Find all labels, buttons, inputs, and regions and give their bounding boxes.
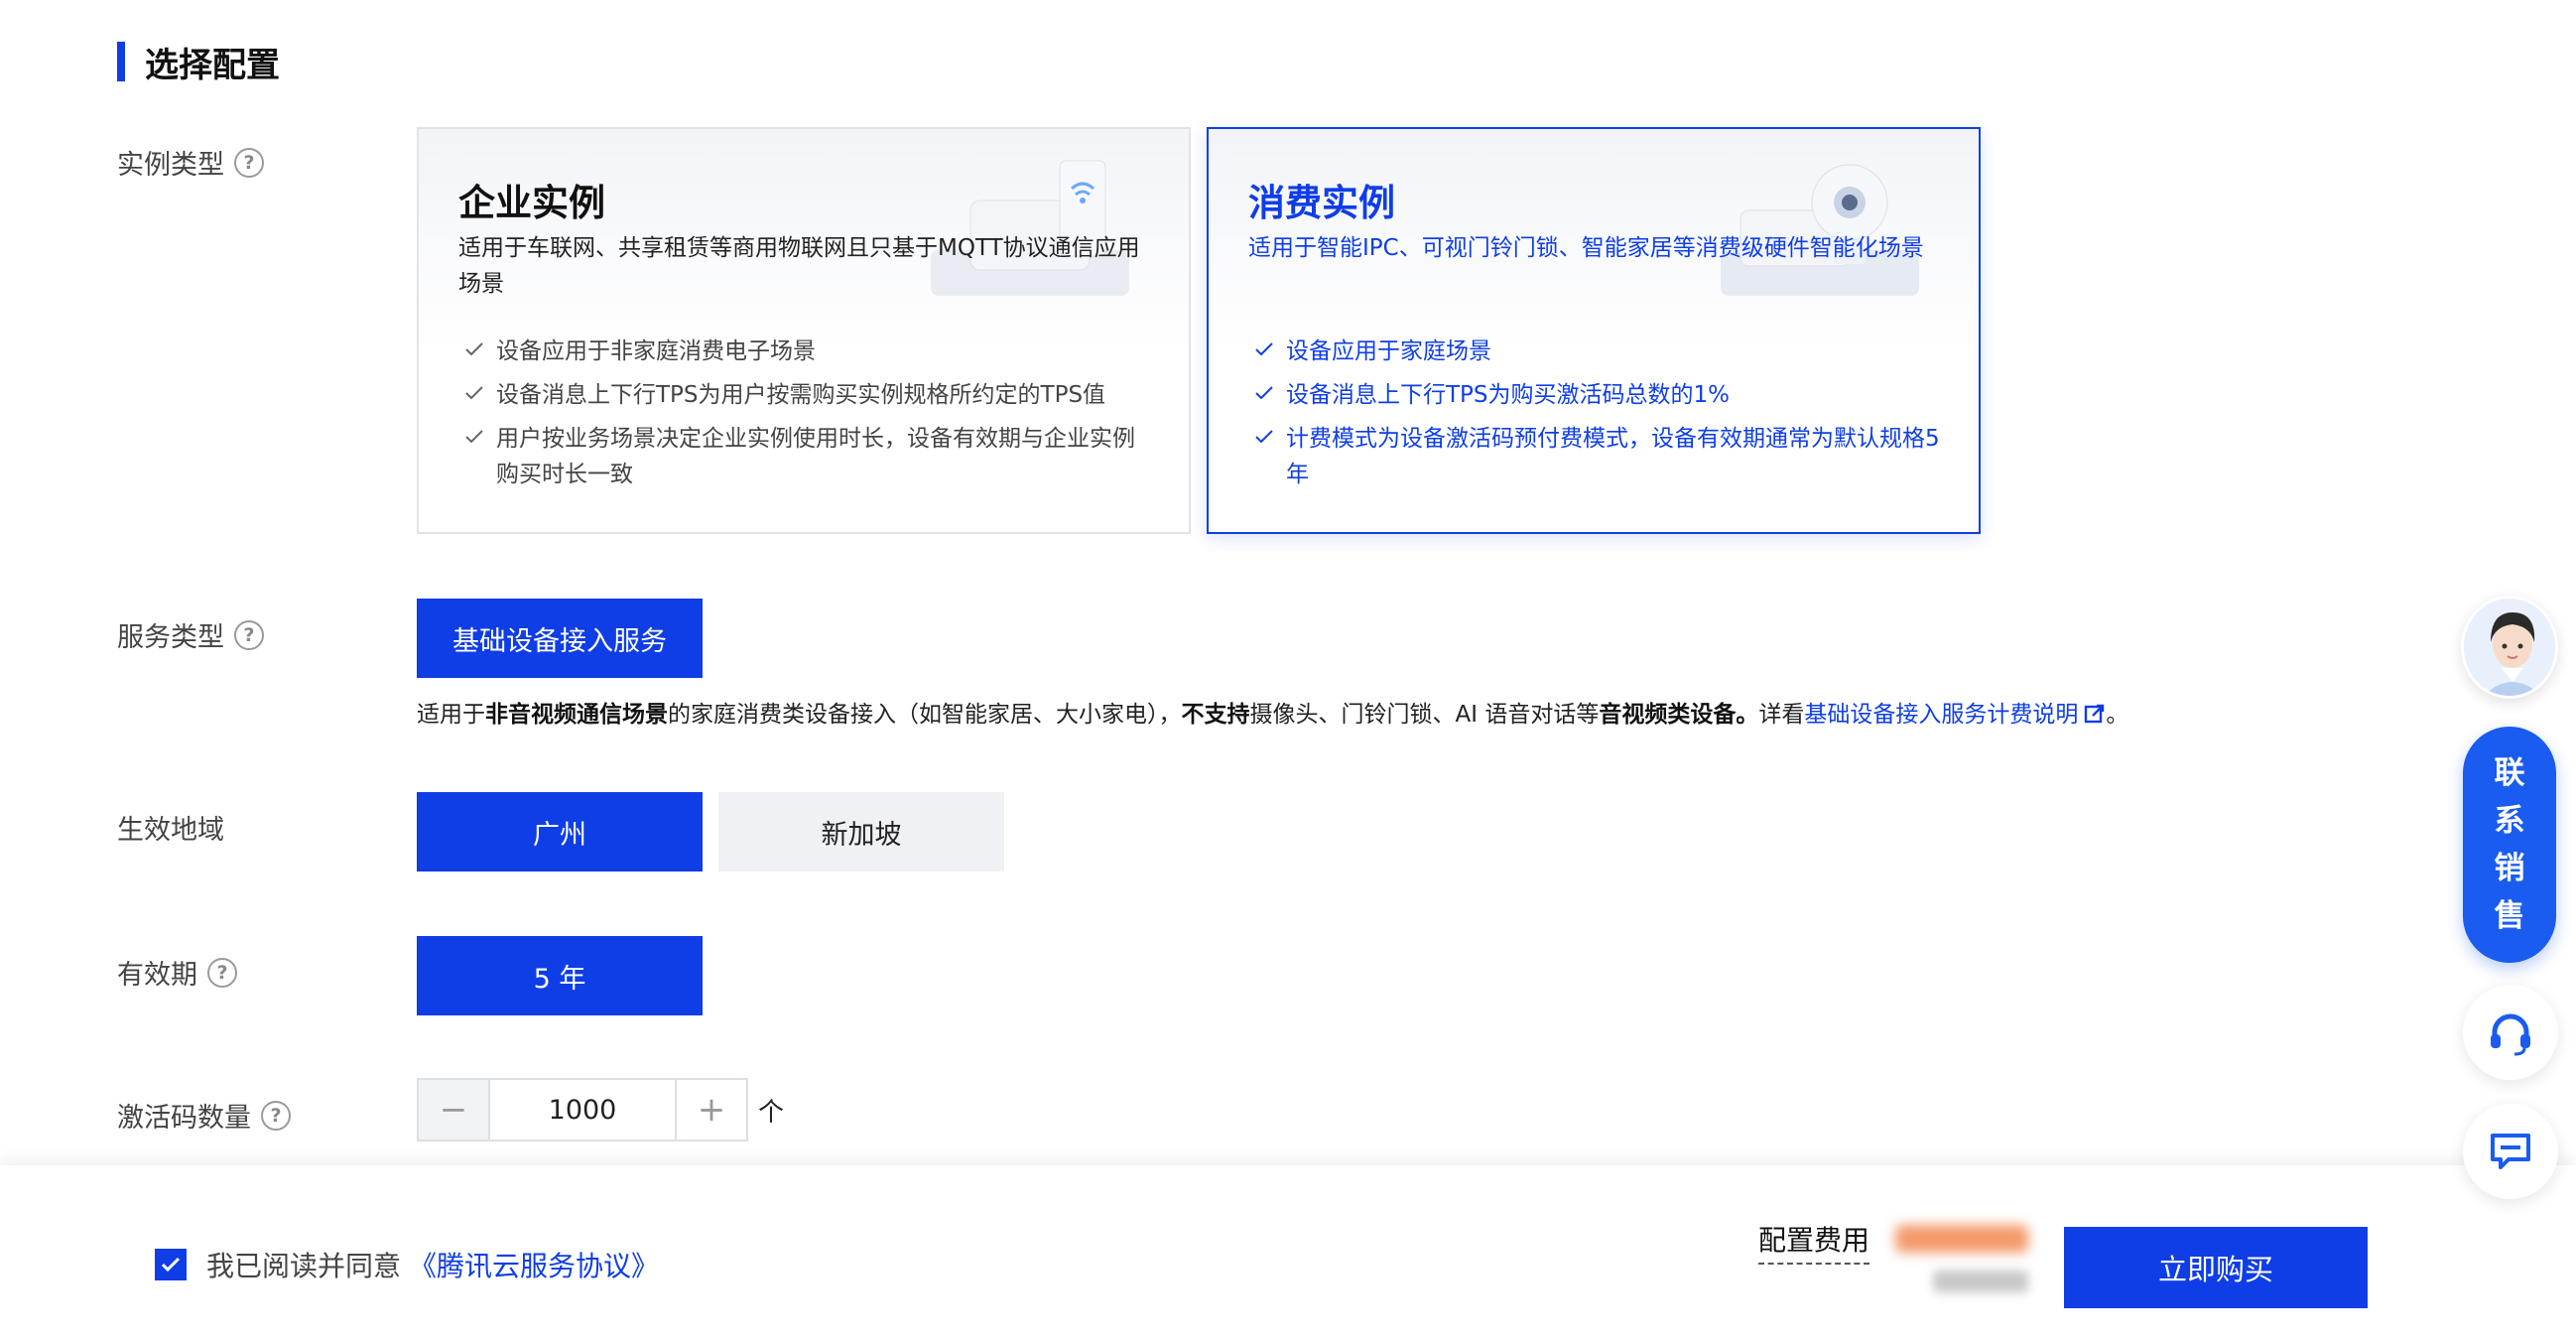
note-text: 。: [2106, 702, 2129, 728]
note-bold: 不支持: [1181, 702, 1250, 728]
external-link-icon[interactable]: [2084, 703, 2106, 725]
list-item: 设备消息上下行TPS为用户按需购买实例规格所约定的TPS值: [458, 377, 1153, 413]
decrement-button[interactable]: −: [419, 1080, 488, 1140]
service-type-text: 服务类型: [117, 622, 224, 653]
feedback-icon: [2491, 1134, 2530, 1169]
title-accent-bar: [117, 42, 125, 81]
instance-type-label: 实例类型 ?: [117, 143, 264, 182]
card-title: 企业实例: [458, 182, 605, 224]
contact-char: 销: [2494, 851, 2525, 886]
help-icon[interactable]: ?: [207, 957, 237, 988]
feature-text: 用户按业务场景决定企业实例使用时长，设备有效期与企业实例购买时长一致: [496, 426, 1135, 487]
customer-support-button[interactable]: [2463, 985, 2558, 1080]
help-icon[interactable]: ?: [234, 147, 264, 178]
note-bold: 非音视频通信场景: [485, 702, 668, 728]
contact-char: 联: [2494, 755, 2525, 791]
card-enterprise-instance[interactable]: 企业实例 适用于车联网、共享租赁等商用物联网且只基于MQTT协议通信应用场景 设…: [417, 127, 1191, 534]
quantity-input[interactable]: [488, 1080, 677, 1140]
section-title: 选择配置: [117, 40, 280, 85]
page: 选择配置 实例类型 ? 企业实例 适用于车联网、共享租赁等商用物联网且只基于MQ…: [0, 0, 2576, 1342]
validity-5-years-button[interactable]: 5 年: [417, 936, 703, 1015]
camera-illustration-icon: [1721, 164, 1919, 296]
billing-doc-link[interactable]: 基础设备接入服务计费说明: [1804, 702, 2078, 728]
increment-button[interactable]: +: [677, 1080, 746, 1140]
feature-text: 设备消息上下行TPS为用户按需购买实例规格所约定的TPS值: [496, 382, 1106, 408]
service-note: 适用于非音视频通信场景的家庭消费类设备接入（如智能家居、大小家电），不支持摄像头…: [417, 695, 2128, 729]
headset-icon: [2491, 1013, 2530, 1056]
list-item: 用户按业务场景决定企业实例使用时长，设备有效期与企业实例购买时长一致: [458, 421, 1153, 492]
help-icon[interactable]: ?: [234, 619, 264, 650]
code-count-label: 激活码数量 ?: [117, 1096, 291, 1135]
service-type-label: 服务类型 ?: [117, 615, 264, 654]
card-feature-list: 设备应用于家庭场景 设备消息上下行TPS为购买激活码总数的1% 计费模式为设备激…: [1248, 334, 1943, 500]
feature-text: 设备消息上下行TPS为购买激活码总数的1%: [1286, 382, 1731, 408]
check-icon: [1255, 430, 1273, 444]
agree-text: 我已阅读并同意: [206, 1250, 402, 1282]
region-text: 生效地域: [117, 815, 224, 846]
feature-text: 设备应用于非家庭消费电子场景: [496, 338, 816, 364]
card-description: 适用于车联网、共享租赁等商用物联网且只基于MQTT协议通信应用场景: [458, 235, 1140, 297]
card-title: 消费实例: [1248, 182, 1395, 224]
card-description: 适用于智能IPC、可视门铃门锁、智能家居等消费级硬件智能化场景: [1248, 235, 1924, 261]
contact-char: 系: [2494, 803, 2525, 839]
validity-label: 有效期 ?: [117, 953, 237, 992]
quantity-stepper: − +: [417, 1078, 748, 1141]
list-item: 设备应用于家庭场景: [1248, 334, 1943, 369]
contact-char: 售: [2494, 898, 2525, 934]
validity-text: 有效期: [117, 960, 197, 991]
region-label: 生效地域: [117, 808, 224, 847]
note-bold: 音视频类设备。: [1599, 702, 1759, 728]
help-icon[interactable]: ?: [261, 1100, 291, 1131]
code-count-text: 激活码数量: [117, 1103, 251, 1134]
contact-sales-button[interactable]: 联 系 销 售: [2463, 727, 2556, 963]
note-text: 适用于: [417, 702, 485, 728]
note-text: 摄像头、门铃门锁、AI 语音对话等: [1249, 702, 1600, 728]
section-title-text: 选择配置: [145, 45, 280, 85]
agreement-row: 我已阅读并同意 《腾讯云服务协议》: [155, 1245, 659, 1284]
price-redacted: [1895, 1225, 2028, 1253]
check-icon: [465, 430, 483, 444]
list-item: 设备应用于非家庭消费电子场景: [458, 334, 1153, 369]
instance-type-text: 实例类型: [117, 150, 224, 181]
quantity-unit: 个: [758, 1098, 785, 1128]
agree-checkbox[interactable]: [155, 1249, 187, 1280]
region-singapore-button[interactable]: 新加坡: [718, 792, 1004, 872]
feedback-button[interactable]: [2463, 1104, 2558, 1199]
check-icon: [465, 342, 483, 356]
card-feature-list: 设备应用于非家庭消费电子场景 设备消息上下行TPS为用户按需购买实例规格所约定的…: [458, 334, 1153, 500]
service-agreement-link[interactable]: 《腾讯云服务协议》: [409, 1245, 659, 1284]
assistant-avatar-icon: [2464, 599, 2555, 696]
card-consumer-instance[interactable]: 消费实例 适用于智能IPC、可视门铃门锁、智能家居等消费级硬件智能化场景 设备应…: [1207, 127, 1981, 534]
list-item: 设备消息上下行TPS为购买激活码总数的1%: [1248, 377, 1943, 413]
note-text: 详看: [1758, 702, 1805, 728]
note-text: 的家庭消费类设备接入（如智能家居、大小家电），: [668, 702, 1182, 728]
check-icon: [465, 386, 483, 400]
config-fee-label[interactable]: 配置费用: [1758, 1219, 1870, 1265]
feature-text: 计费模式为设备激活码预付费模式，设备有效期通常为默认规格5年: [1286, 426, 1940, 487]
buy-now-button[interactable]: 立即购买: [2064, 1227, 2368, 1308]
list-item: 计费模式为设备激活码预付费模式，设备有效期通常为默认规格5年: [1248, 421, 1943, 492]
check-icon: [1255, 386, 1273, 400]
service-basic-access-button[interactable]: 基础设备接入服务: [417, 599, 703, 678]
price-detail-redacted: [1933, 1271, 2028, 1292]
feature-text: 设备应用于家庭场景: [1286, 338, 1491, 364]
sales-avatar[interactable]: [2461, 596, 2558, 699]
region-guangzhou-button[interactable]: 广州: [417, 792, 703, 872]
check-icon: [1255, 342, 1273, 356]
checkmark-icon: [161, 1257, 181, 1273]
